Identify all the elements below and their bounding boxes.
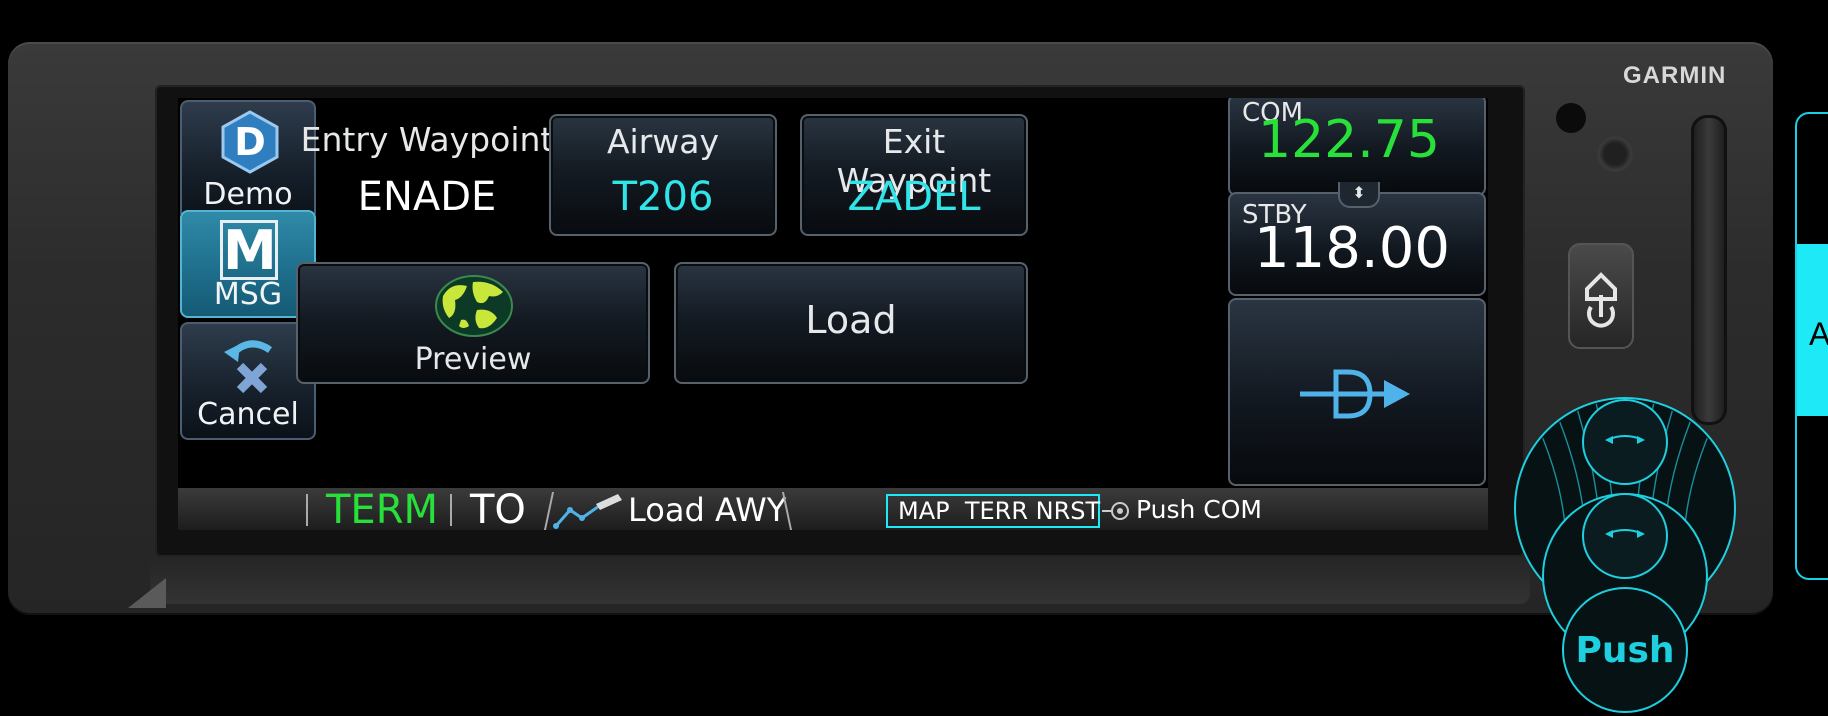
light-sensor [1596, 135, 1634, 173]
outer-knob-arrow [1582, 399, 1668, 485]
side-panel-text: A [1809, 316, 1828, 352]
sd-card-slot [1691, 115, 1727, 425]
load-button[interactable]: Load [674, 262, 1028, 384]
inner-knob-arrow [1582, 493, 1668, 579]
knob-push-icon [1102, 502, 1129, 520]
airway-value: T206 [612, 174, 714, 220]
softkey-labels-text: MAP TERR NRST [898, 497, 1101, 525]
msg-label: MSG [213, 277, 283, 312]
exit-waypoint-button[interactable]: Exit Waypoint ZADEL [800, 114, 1028, 236]
preview-label: Preview [414, 342, 532, 377]
entry-waypoint-label: Entry Waypoint [300, 120, 554, 159]
bezel-corner-accent [128, 578, 166, 608]
status-bar: TERM TO Load AWY MAP TERR NRST Push COM [178, 488, 1488, 530]
knob-hint: Push COM [1136, 495, 1263, 524]
dual-concentric-knob[interactable]: Push [1495, 380, 1765, 716]
preview-button[interactable]: Preview [296, 262, 650, 384]
direct-to-button[interactable] [1228, 298, 1486, 486]
cancel-label: Cancel [197, 397, 299, 432]
photocell-sensor [1556, 103, 1586, 133]
brand-logo: GARMIN [1623, 62, 1727, 89]
demo-hex-icon: D [221, 110, 279, 174]
airway-button[interactable]: Airway T206 [549, 114, 777, 236]
touchscreen: D Demo M MSG Cancel Entry Waypoint ENADE… [178, 98, 1488, 530]
frequency-swap-button[interactable]: ⬍ [1338, 182, 1380, 208]
flight-phase-annunciator: TERM [326, 487, 439, 530]
com-active-frequency: 122.75 [1258, 110, 1440, 170]
com-standby-frequency: 118.00 [1254, 216, 1450, 281]
exit-waypoint-value: ZADEL [847, 174, 981, 220]
divider [306, 494, 308, 526]
airway-label: Airway [606, 122, 720, 161]
to-label: TO [470, 487, 526, 530]
cancel-undo-icon [224, 340, 273, 394]
softkey-labels[interactable]: MAP TERR NRST [886, 494, 1100, 528]
side-panel-highlight: A [1797, 244, 1828, 416]
msg-icon: M [220, 220, 278, 280]
home-power-icon [1585, 272, 1617, 328]
svg-text:D: D [234, 120, 266, 164]
side-panel: A [1795, 112, 1828, 580]
home-power-button[interactable] [1568, 243, 1634, 349]
globe-icon [435, 275, 513, 337]
leg-label: Load AWY [628, 491, 787, 529]
bezel-lip [150, 560, 1530, 604]
airway-route-icon [553, 494, 622, 529]
load-label: Load [805, 298, 897, 342]
divider [450, 494, 452, 526]
direct-to-icon [1300, 369, 1410, 419]
entry-waypoint-value: ENADE [357, 174, 497, 220]
push-label: Push [1575, 630, 1674, 671]
